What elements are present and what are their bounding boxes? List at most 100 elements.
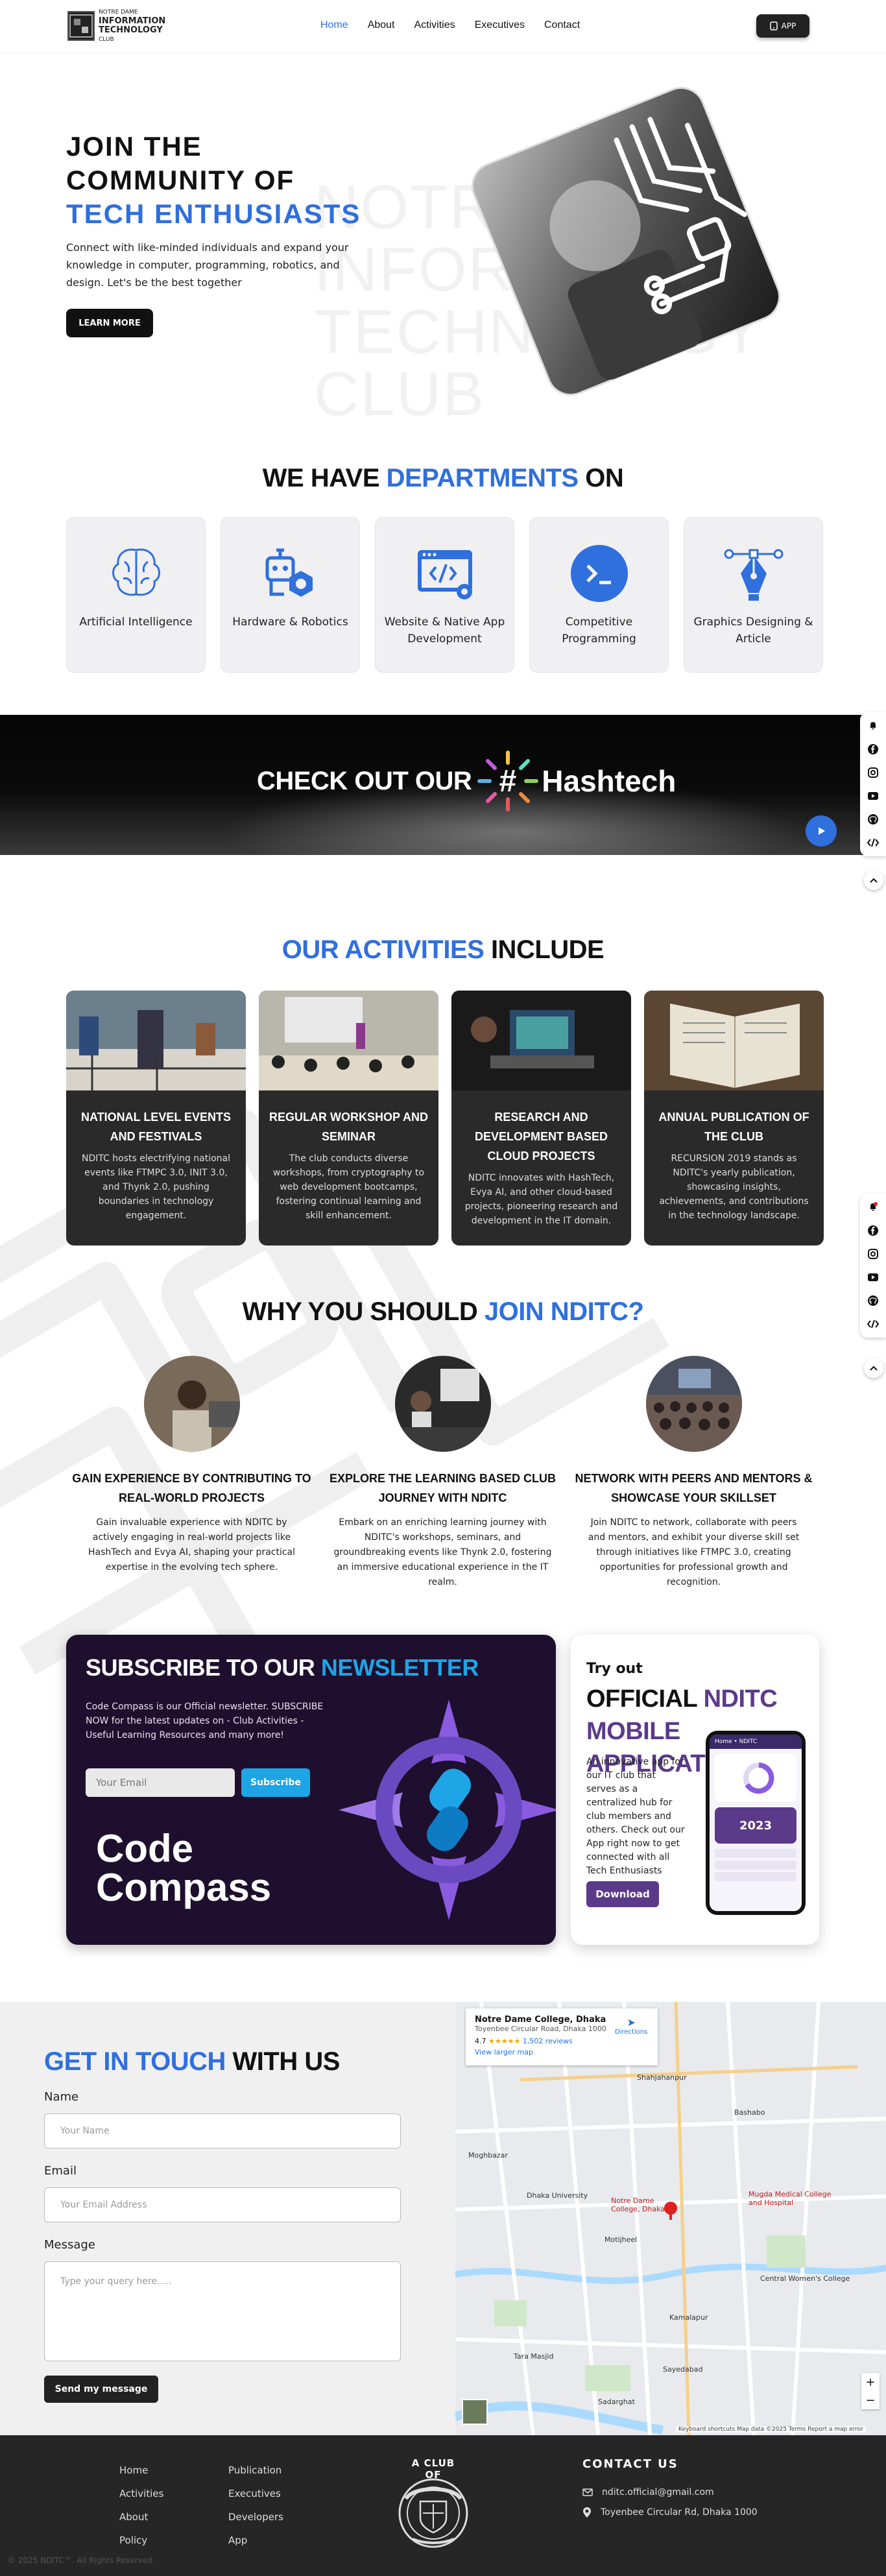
newsletter-desc: Code Compass is our Official newsletter.… xyxy=(86,1702,324,1740)
dept-card-webdev[interactable]: Website & Native App Development xyxy=(375,517,514,673)
embedded-map[interactable]: Notre Dame College, Dhaka Moghbazar Dhak… xyxy=(455,2002,886,2435)
logo-text: NOTRE DAME INFORMATION TECHNOLOGY CLUB xyxy=(99,8,165,44)
view-larger-map-link[interactable]: View larger map xyxy=(475,2048,649,2056)
footer-address-text: Toyenbee Circular Rd, Dhaka 1000 xyxy=(601,2507,758,2518)
dept-card-ai[interactable]: Artificial Intelligence xyxy=(66,517,206,673)
phone-mockup: Home • NDITC 2023 xyxy=(706,1731,806,1915)
footer-link-about[interactable]: About xyxy=(119,2505,163,2529)
map-label: Sayedabad xyxy=(663,2365,703,2374)
map-rating: 4.7 xyxy=(475,2037,486,2045)
name-input[interactable]: Your Name xyxy=(44,2113,401,2149)
map-label: Tara Masjid xyxy=(514,2352,554,2361)
dept-card-cp[interactable]: Competitive Programming xyxy=(529,517,669,673)
hero-title-line3: TECH ENTHUSIASTS xyxy=(66,199,361,229)
main-nav: Home About Activities Executives Contact xyxy=(320,19,580,31)
footer-link-home[interactable]: Home xyxy=(119,2459,163,2482)
facebook-icon[interactable] xyxy=(866,742,880,756)
download-button[interactable]: Download xyxy=(586,1881,659,1907)
activity-title: ANNUAL PUBLICATION OF THE CLUB xyxy=(658,1111,809,1143)
subscribe-button[interactable]: Subscribe xyxy=(241,1768,310,1797)
activity-title: RESEARCH AND DEVELOPMENT BASED CLOUD PRO… xyxy=(474,1111,608,1162)
activity-card[interactable]: REGULAR WORKSHOP AND SEMINAR The club co… xyxy=(259,991,438,1246)
nav-executives[interactable]: Executives xyxy=(475,19,525,31)
footer-link-activities[interactable]: Activities xyxy=(119,2482,163,2505)
why-item-title: EXPLORE THE LEARNING BASED CLUB JOURNEY … xyxy=(329,1472,557,1504)
nav-contact[interactable]: Contact xyxy=(544,19,580,31)
app-button[interactable]: APP xyxy=(756,14,809,38)
hashtech-name: Hashtech xyxy=(542,764,676,798)
phone-list-item xyxy=(715,1872,796,1881)
why-photo-learning xyxy=(394,1356,491,1452)
dept-card-hardware[interactable]: Hardware & Robotics xyxy=(221,517,360,673)
notification-icon[interactable] xyxy=(866,719,880,733)
map-label: Moghbazar xyxy=(468,2151,508,2160)
brand-line2: Compass xyxy=(96,1866,272,1909)
github-icon[interactable] xyxy=(866,812,880,826)
email-input[interactable]: Your Email Address xyxy=(44,2187,401,2222)
activity-card[interactable]: ANNUAL PUBLICATION OF THE CLUB RECURSION… xyxy=(644,991,824,1246)
nditc-logo[interactable]: NOTRE DAME INFORMATION TECHNOLOGY CLUB xyxy=(67,9,165,43)
svg-text:#: # xyxy=(499,764,517,799)
footer-link-app[interactable]: App xyxy=(228,2529,283,2552)
zoom-in-icon[interactable]: + xyxy=(865,2376,875,2389)
nav-activities[interactable]: Activities xyxy=(414,19,455,31)
activities-title-b: INCLUDE xyxy=(484,935,605,964)
logo-title: INFORMATION TECHNOLOGY xyxy=(99,16,166,35)
why-join-title: WHY YOU SHOULD JOIN NDITC? xyxy=(0,1297,886,1327)
instagram-icon[interactable] xyxy=(866,765,880,780)
newsletter-card: SUBSCRIBE TO OUR NEWSLETTER Code Compass… xyxy=(66,1635,556,1945)
send-message-button[interactable]: Send my message xyxy=(44,2376,158,2403)
hashtech-logo-icon: # xyxy=(477,751,539,812)
dept-card-graphics[interactable]: Graphics Designing & Article xyxy=(684,517,823,673)
dept-label-hardware: Hardware & Robotics xyxy=(232,616,348,629)
message-textarea[interactable]: Type your query here..... xyxy=(44,2261,401,2361)
logo-sub: NOTRE DAME xyxy=(99,9,138,16)
footer-link-developers[interactable]: Developers xyxy=(228,2505,283,2529)
map-label: Central Women's College xyxy=(760,2274,850,2283)
why-item-desc: Embark on an enriching learning journey … xyxy=(333,1517,552,1587)
zoom-out-icon[interactable]: − xyxy=(865,2394,875,2407)
copyright-text: © 2025 NDITC™. All Rights Reserved. xyxy=(8,2556,155,2565)
map-satellite-toggle[interactable] xyxy=(462,2399,488,2425)
activity-card[interactable]: NATIONAL LEVEL EVENTS AND FESTIVALS NDIT… xyxy=(66,991,246,1246)
youtube-icon[interactable] xyxy=(866,789,880,803)
hashtech-banner[interactable]: CHECK OUT OUR # Hashtech xyxy=(0,715,886,855)
phone-list-item xyxy=(715,1860,796,1870)
app-try-label: Try out xyxy=(586,1661,643,1677)
code-icon[interactable] xyxy=(866,836,880,850)
scroll-up-button-1[interactable] xyxy=(864,871,883,890)
map-place-card: Notre Dame College, Dhaka Toyenbee Circu… xyxy=(466,2008,658,2065)
phone-list-item xyxy=(715,1849,796,1858)
map-label: Sadarghat xyxy=(598,2398,635,2406)
why-item: GAIN EXPERIENCE BY CONTRIBUTING TO REAL-… xyxy=(66,1356,317,1590)
chevron-up-icon xyxy=(870,878,878,883)
footer-link-publication[interactable]: Publication xyxy=(228,2459,283,2482)
play-icon xyxy=(819,827,825,835)
why-item: NETWORK WITH PEERS AND MENTORS & SHOWCAS… xyxy=(568,1356,819,1590)
nav-about[interactable]: About xyxy=(368,19,395,31)
app-button-label: APP xyxy=(781,21,796,30)
map-zoom-controls[interactable]: + − xyxy=(861,2373,880,2409)
activity-desc: The club conducts diverse workshops, fro… xyxy=(272,1153,425,1221)
hero-section: NOTRE DAME INFORMATION TECHNOLOGY CLUB J… xyxy=(0,53,886,455)
footer-email[interactable]: nditc.official@gmail.com xyxy=(582,2487,714,2498)
site-header: NOTRE DAME INFORMATION TECHNOLOGY CLUB H… xyxy=(0,0,886,53)
directions-button[interactable]: ➤ Directions xyxy=(615,2016,647,2036)
why-title-b: JOIN NDITC? xyxy=(484,1297,644,1326)
newsletter-title: SUBSCRIBE TO OUR NEWSLETTER xyxy=(86,1654,479,1681)
newsletter-email-input[interactable] xyxy=(86,1768,235,1797)
directions-icon: ➤ xyxy=(627,2016,636,2028)
play-button[interactable] xyxy=(806,815,837,847)
hero-image xyxy=(472,87,780,396)
phone-screen: Home • NDITC 2023 xyxy=(710,1735,802,1911)
footer-link-policy[interactable]: Policy xyxy=(119,2529,163,2552)
map-pin-label: Notre Dame College, Dhaka xyxy=(611,2197,665,2213)
learn-more-button[interactable]: LEARN MORE xyxy=(66,309,153,337)
activity-card[interactable]: RESEARCH AND DEVELOPMENT BASED CLOUD PRO… xyxy=(451,991,631,1246)
map-reviews-link[interactable]: 1,502 reviews xyxy=(523,2037,573,2045)
newsletter-title-a: SUBSCRIBE TO OUR xyxy=(86,1654,321,1681)
notre-dame-college-seal-icon xyxy=(398,2478,468,2548)
activity-title: REGULAR WORKSHOP AND SEMINAR xyxy=(269,1111,429,1143)
nav-home[interactable]: Home xyxy=(320,19,348,31)
footer-link-executives[interactable]: Executives xyxy=(228,2482,283,2505)
